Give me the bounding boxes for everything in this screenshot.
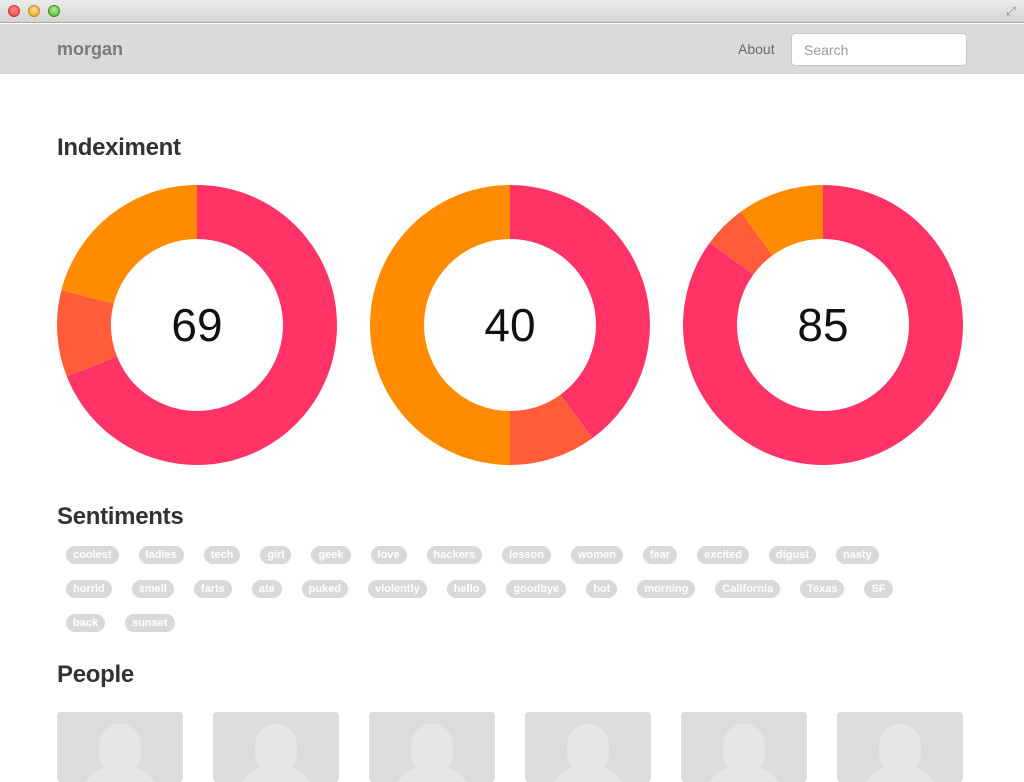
avatar-placeholder-icon: [879, 724, 921, 772]
avatar-placeholder-icon: [567, 724, 609, 772]
donut-value: 40: [484, 299, 536, 351]
sentiment-tag[interactable]: women: [571, 546, 623, 564]
avatar-placeholder-icon: [411, 724, 453, 772]
sentiment-tag[interactable]: tech: [203, 546, 241, 564]
close-window-icon[interactable]: [8, 5, 20, 17]
sentiment-tag[interactable]: horrid: [66, 580, 112, 598]
sentiment-tag[interactable]: smell: [131, 580, 174, 598]
navbar: morgan About: [0, 24, 1024, 74]
person-card[interactable]: [369, 712, 495, 782]
sentiment-tag-list: coolest ladies tech girl geek love hackers less…: [66, 546, 946, 648]
donut-chart-2: 40: [370, 185, 650, 465]
sentiment-tag[interactable]: love: [370, 546, 407, 564]
avatar-placeholder-icon: [255, 724, 297, 772]
sentiment-tag[interactable]: violently: [368, 580, 427, 598]
donut-chart-1: 69: [57, 185, 337, 465]
about-link[interactable]: About: [738, 41, 775, 57]
sentiment-tag[interactable]: hello: [446, 580, 487, 598]
donut-value: 69: [171, 299, 223, 351]
sentiment-tag[interactable]: lesson: [502, 546, 551, 564]
brand-link[interactable]: morgan: [57, 39, 123, 60]
people-heading: People: [57, 661, 134, 688]
sentiment-tag[interactable]: hot: [586, 580, 618, 598]
avatar-placeholder-icon: [99, 724, 141, 772]
sentiment-tag[interactable]: sunset: [125, 614, 175, 632]
sentiment-tag[interactable]: goodbye: [506, 580, 567, 598]
sentiment-tag[interactable]: Texas: [800, 580, 845, 598]
fullscreen-icon[interactable]: ⤢: [1004, 4, 1018, 18]
sentiment-tag[interactable]: girl: [260, 546, 292, 564]
sentiment-tag[interactable]: digust: [769, 546, 817, 564]
person-card[interactable]: [681, 712, 807, 782]
donut-chart-3: 85: [683, 185, 963, 465]
zoom-window-icon[interactable]: [48, 5, 60, 17]
person-card[interactable]: [525, 712, 651, 782]
person-card[interactable]: [57, 712, 183, 782]
donut-value: 85: [797, 299, 849, 351]
person-card[interactable]: [213, 712, 339, 782]
sentiments-heading: Sentiments: [57, 503, 184, 530]
sentiment-tag[interactable]: puked: [301, 580, 349, 598]
sentiment-tag[interactable]: geek: [311, 546, 351, 564]
sentiment-tag[interactable]: California: [715, 580, 781, 598]
sentiment-tag[interactable]: nasty: [836, 546, 879, 564]
sentiment-tag[interactable]: fear: [642, 546, 678, 564]
sentiment-tag[interactable]: ladies: [138, 546, 184, 564]
avatar-placeholder-icon: [723, 724, 765, 772]
sentiment-tag[interactable]: hackers: [426, 546, 483, 564]
sentiment-tag[interactable]: SF: [864, 580, 893, 598]
sentiment-tag[interactable]: excited: [697, 546, 750, 564]
search-input[interactable]: [791, 33, 967, 66]
sentiment-tag[interactable]: back: [66, 614, 106, 632]
sentiment-tag[interactable]: farts: [193, 580, 232, 598]
indeximent-heading: Indeximent: [57, 134, 181, 161]
sentiment-tag[interactable]: ate: [251, 580, 282, 598]
person-card[interactable]: [837, 712, 963, 782]
sentiment-tag[interactable]: morning: [637, 580, 696, 598]
window-titlebar: ⤢: [0, 0, 1024, 23]
minimize-window-icon[interactable]: [28, 5, 40, 17]
sentiment-tag[interactable]: coolest: [66, 546, 119, 564]
